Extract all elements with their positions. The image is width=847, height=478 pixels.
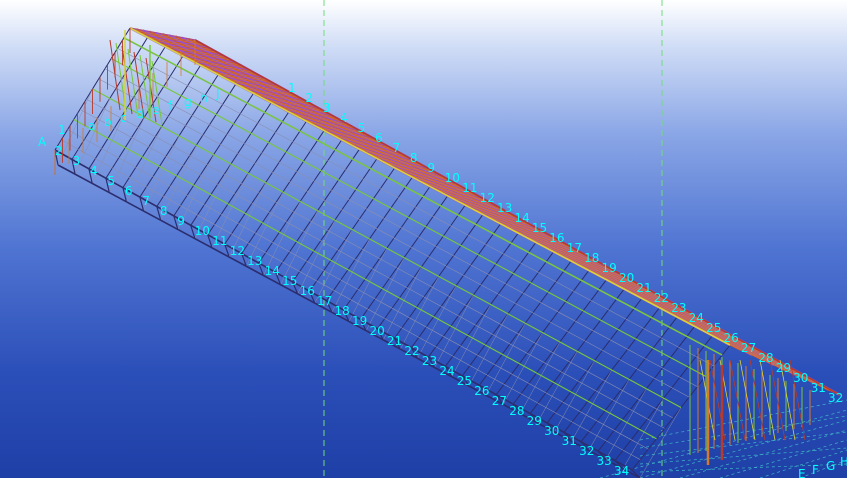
gable-bracing bbox=[749, 359, 766, 441]
grid-label-eave: 8 bbox=[160, 204, 168, 218]
grid-label-ridge: 24 bbox=[689, 311, 704, 325]
grid-label-ridge: 2 bbox=[305, 91, 313, 105]
grid-label-eave: 26 bbox=[474, 384, 489, 398]
grid-label-ridge: 11 bbox=[462, 181, 477, 195]
grid-label-eave: 10 bbox=[195, 224, 210, 238]
grid-label-axis: F bbox=[812, 463, 819, 477]
grid-label-ridge: 28 bbox=[758, 351, 773, 365]
purlin bbox=[61, 139, 641, 460]
grid-label-ridge: 17 bbox=[567, 241, 582, 255]
grid-label-gable: a bbox=[88, 119, 95, 133]
3d-model-viewport[interactable]: 1 2 3 4 5 6 7 8 9 10 11 12 13 14 15 16 17 18 19 20 21 22 23 24 2… bbox=[0, 0, 847, 478]
grid-label-eave: 21 bbox=[387, 334, 402, 348]
grid-label-eave: 5 bbox=[107, 174, 115, 188]
steel-frame bbox=[54, 27, 841, 478]
grid-label-eave: 19 bbox=[352, 314, 367, 328]
grid-label-eave: 14 bbox=[265, 264, 280, 278]
grid-label-ridge: 22 bbox=[654, 291, 669, 305]
grid-label-eave: 28 bbox=[509, 404, 524, 418]
grid-label-ridge: 15 bbox=[532, 221, 547, 235]
grid-label-gable: h bbox=[200, 91, 208, 105]
grid-label-gable: g bbox=[184, 95, 192, 109]
grid-label-ridge: 1 bbox=[288, 81, 296, 95]
grid-label-ridge: 4 bbox=[340, 111, 348, 125]
purlin bbox=[67, 129, 649, 450]
grid-label-eave: 18 bbox=[335, 304, 350, 318]
grid-label-eave: 7 bbox=[142, 194, 150, 208]
gable-bracing bbox=[121, 45, 133, 115]
grid-label-eave: 24 bbox=[439, 364, 454, 378]
grid-label-eave: 16 bbox=[300, 284, 315, 298]
grid-label-ridge: 21 bbox=[636, 281, 651, 295]
grid-label-ridge: 31 bbox=[811, 381, 826, 395]
grid-label-ridge: 26 bbox=[723, 331, 738, 345]
grid-label-ridge: 27 bbox=[741, 341, 756, 355]
grid-label-ridge: 10 bbox=[445, 171, 460, 185]
purlin bbox=[98, 78, 690, 398]
grid-label-gable: c bbox=[120, 111, 127, 125]
gable-bracing bbox=[739, 359, 756, 441]
grid-label-ridge: 16 bbox=[549, 231, 564, 245]
grid-label-gable: e bbox=[152, 103, 159, 117]
grid-label-ridge: 12 bbox=[480, 191, 495, 205]
grid-label-eave: 30 bbox=[544, 424, 559, 438]
grid-label-ridge: 18 bbox=[584, 251, 599, 265]
grid-label-eave: 17 bbox=[317, 294, 332, 308]
grid-label-eave: 3 bbox=[72, 154, 80, 168]
grid-label-eave: 15 bbox=[282, 274, 297, 288]
grid-line-labels: 1234567891011121314151617181920212223242… bbox=[38, 81, 847, 478]
grid-label-axis: G bbox=[826, 459, 835, 473]
grid-label-ridge: 32 bbox=[828, 391, 843, 405]
grid-label-ridge: 7 bbox=[393, 141, 401, 155]
grid-label-eave: 12 bbox=[230, 244, 245, 258]
grid-label-axis: E bbox=[798, 467, 806, 478]
grid-label-axis: A bbox=[38, 135, 47, 149]
grid-label-eave: 29 bbox=[527, 414, 542, 428]
grid-label-ridge: 3 bbox=[323, 101, 331, 115]
grid-label-gable: d bbox=[136, 107, 144, 121]
purlin bbox=[110, 58, 706, 377]
steel-structure-model[interactable]: 1234567891011121314151617181920212223242… bbox=[0, 0, 847, 478]
grid-label-eave: 2 bbox=[55, 144, 63, 158]
grid-label-eave: 22 bbox=[404, 344, 419, 358]
grid-label-gable: f bbox=[168, 99, 173, 113]
gable-bracing bbox=[127, 48, 139, 117]
grid-label-eave: 4 bbox=[90, 164, 98, 178]
grid-label-ridge: 8 bbox=[410, 151, 418, 165]
grid-label-ridge: 25 bbox=[706, 321, 721, 335]
grid-label-eave: 13 bbox=[247, 254, 262, 268]
grid-label-eave: 6 bbox=[125, 184, 133, 198]
grid-label-eave: 34 bbox=[614, 464, 629, 478]
grid-label-ridge: 9 bbox=[427, 161, 435, 175]
grid-label-ridge: 19 bbox=[602, 261, 617, 275]
grid-label-eave: 23 bbox=[422, 354, 437, 368]
grid-label-ridge: 30 bbox=[793, 371, 808, 385]
grid-label-eave: 11 bbox=[212, 234, 227, 248]
grid-label-ridge: 5 bbox=[358, 121, 366, 135]
grid-label-ridge: 6 bbox=[375, 131, 383, 145]
purlin bbox=[92, 88, 682, 408]
grid-label-ridge: 14 bbox=[514, 211, 529, 225]
grid-label-eave: 33 bbox=[597, 454, 612, 468]
grid-label-eave: 20 bbox=[369, 324, 384, 338]
grid-label-ridge: 13 bbox=[497, 201, 512, 215]
grid-label-axis: 1 bbox=[58, 123, 66, 137]
floor-grid-line bbox=[639, 431, 847, 457]
floor-grid-line bbox=[679, 429, 847, 478]
grid-label-gable: b bbox=[104, 115, 112, 129]
grid-label-axis: H bbox=[840, 455, 847, 469]
grid-label-eave: 9 bbox=[177, 214, 185, 228]
grid-label-eave: 25 bbox=[457, 374, 472, 388]
grid-label-eave: 32 bbox=[579, 444, 594, 458]
grid-label-gable: J bbox=[215, 87, 220, 101]
grid-label-ridge: 29 bbox=[776, 361, 791, 375]
grid-label-ridge: 23 bbox=[671, 301, 686, 315]
grid-label-eave: 27 bbox=[492, 394, 507, 408]
floor-grid-line bbox=[639, 447, 847, 465]
grid-label-ridge: 20 bbox=[619, 271, 634, 285]
grid-label-eave: 31 bbox=[562, 434, 577, 448]
purlin bbox=[73, 119, 657, 440]
